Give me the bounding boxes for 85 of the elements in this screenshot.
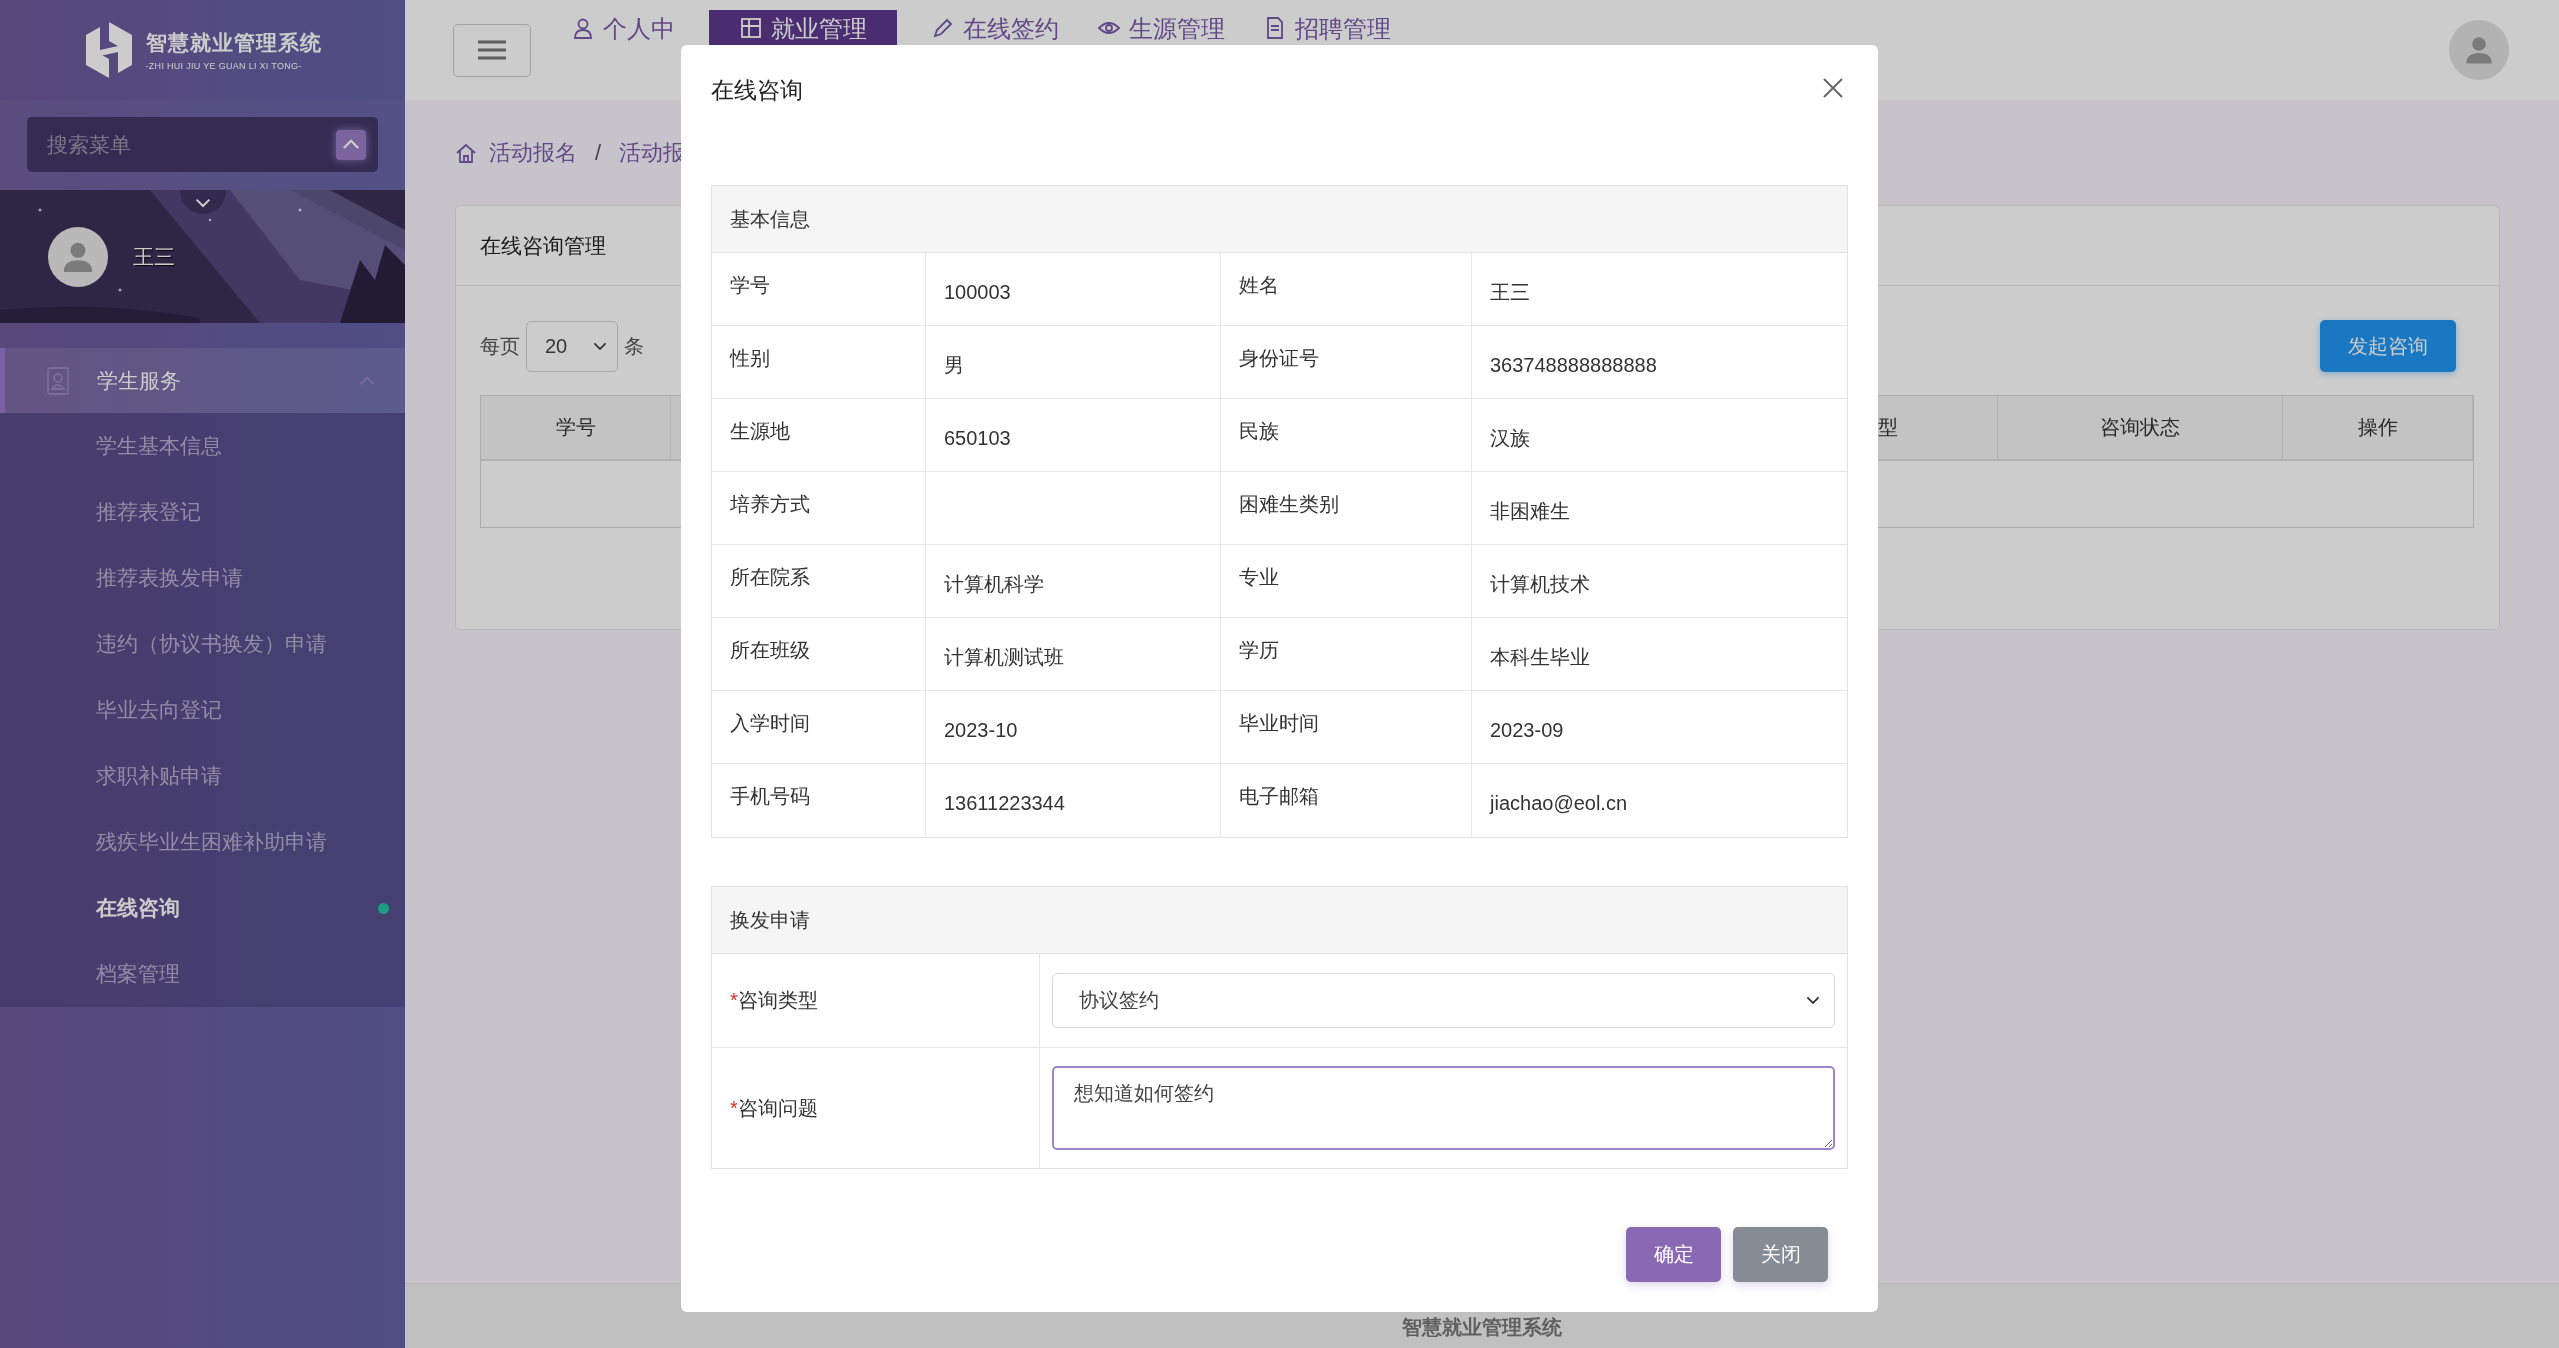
menu-item[interactable]: 在线咨询 <box>0 875 405 941</box>
menu-item[interactable]: 推荐表换发申请 <box>0 545 405 611</box>
field-label: *咨询问题 <box>730 1095 818 1121</box>
close-button[interactable] <box>1822 77 1844 99</box>
pen-icon <box>931 16 955 40</box>
chevron-up-icon <box>342 139 360 150</box>
menu-button[interactable] <box>453 23 531 77</box>
nav-tab[interactable]: 生源管理 <box>1093 10 1229 66</box>
field-label: 困难生类别 <box>1239 491 1339 517</box>
field-value: 2023-09 <box>1490 718 1564 742</box>
field-label: *咨询类型 <box>730 988 818 1013</box>
consult-type-select[interactable]: 协议签约 <box>1052 973 1835 1028</box>
field-label: 学历 <box>1239 637 1279 663</box>
contact-card-icon <box>47 366 69 395</box>
menu-item[interactable]: 毕业去向登记 <box>0 677 405 743</box>
chevron-down-icon <box>195 198 211 208</box>
column-header: 操作 <box>2283 396 2473 461</box>
field-value: 计算机技术 <box>1490 571 1590 597</box>
question-field[interactable]: 想知道如何签约 <box>1052 1066 1835 1150</box>
section-title: 换发申请 <box>730 907 810 933</box>
search-field[interactable]: 搜索菜单 <box>27 117 378 172</box>
field-value: 650103 <box>944 426 1011 450</box>
field-label: 入学时间 <box>730 710 810 736</box>
user-icon <box>571 16 595 40</box>
nav-tab[interactable]: 招聘管理 <box>1259 10 1395 66</box>
field-label: 生源地 <box>730 418 790 444</box>
footer-text: 智慧就业管理系统 <box>1402 1315 1562 1340</box>
field-value: 本科生毕业 <box>1490 644 1590 670</box>
field-label: 培养方式 <box>730 491 810 517</box>
field-value: 13611223344 <box>944 792 1065 815</box>
menu-item[interactable]: 违约（协议书换发）申请 <box>0 611 405 677</box>
field-label: 学号 <box>730 272 770 298</box>
start-consult-button[interactable]: 发起咨询 <box>2320 320 2456 372</box>
menu-item[interactable]: 档案管理 <box>0 941 405 1007</box>
logo-icon <box>83 22 134 78</box>
field-label: 毕业时间 <box>1239 710 1319 736</box>
home-icon <box>455 141 477 164</box>
field-label: 所在院系 <box>730 564 810 590</box>
field-label: 性别 <box>730 345 770 371</box>
field-label: 身份证号 <box>1239 345 1319 371</box>
collapse-button[interactable] <box>336 129 366 160</box>
profile-avatar[interactable] <box>2449 20 2509 80</box>
confirm-button[interactable]: 确定 <box>1626 1227 1721 1282</box>
app-title: 智慧就业管理系统 <box>145 30 322 56</box>
page-size-unit: 条 <box>624 333 644 359</box>
breadcrumb-link[interactable]: 活动报名 <box>489 137 577 168</box>
chevron-down-icon <box>1806 996 1820 1005</box>
menu-item[interactable]: 残疾毕业生困难补助申请 <box>0 809 405 875</box>
field-value: 2023-10 <box>944 718 1018 742</box>
field-value: 非困难生 <box>1490 498 1570 524</box>
menu-item[interactable]: 学生基本信息 <box>0 413 405 479</box>
chevron-down-icon <box>593 341 607 351</box>
section-title: 基本信息 <box>730 206 810 232</box>
field-value: 男 <box>944 352 964 378</box>
menu-icon <box>478 40 506 60</box>
column-header: 咨询状态 <box>1998 396 2283 461</box>
menu-item[interactable]: 推荐表登记 <box>0 479 405 545</box>
page-size-select[interactable]: 20 <box>526 320 618 372</box>
field-value: 王三 <box>1490 279 1530 305</box>
close-icon <box>1822 77 1844 99</box>
active-dot <box>378 902 389 914</box>
close-dialog-button[interactable]: 关闭 <box>1733 1227 1828 1282</box>
field-value: 计算机科学 <box>944 571 1044 597</box>
user-name: 王三 <box>133 243 175 270</box>
field-label: 专业 <box>1239 564 1279 590</box>
field-value: 计算机测试班 <box>944 644 1064 670</box>
card-title: 在线咨询管理 <box>480 232 606 259</box>
field-value: 363748888888888 <box>1490 353 1657 377</box>
field-label: 手机号码 <box>730 784 810 809</box>
column-header: 学号 <box>481 396 671 461</box>
nav-tab[interactable]: 个人中 <box>567 10 679 66</box>
menu-item[interactable]: 求职补贴申请 <box>0 743 405 809</box>
nav-tab[interactable]: 在线签约 <box>927 10 1063 66</box>
field-value: 100003 <box>944 280 1011 304</box>
page-size-label: 每页 <box>480 333 520 359</box>
field-value: jiachao@eol.cn <box>1490 792 1628 815</box>
grid-icon <box>739 16 763 40</box>
field-label: 民族 <box>1239 418 1279 444</box>
dialog-title: 在线咨询 <box>711 76 803 105</box>
field-value: 汉族 <box>1490 425 1530 451</box>
field-label: 电子邮箱 <box>1239 784 1319 809</box>
field-label: 姓名 <box>1239 272 1279 298</box>
field-label: 所在班级 <box>730 637 810 663</box>
app-subtitle: -ZHI HUI JIU YE GUAN LI XI TONG- <box>145 61 303 71</box>
breadcrumb-separator: / <box>595 139 602 166</box>
